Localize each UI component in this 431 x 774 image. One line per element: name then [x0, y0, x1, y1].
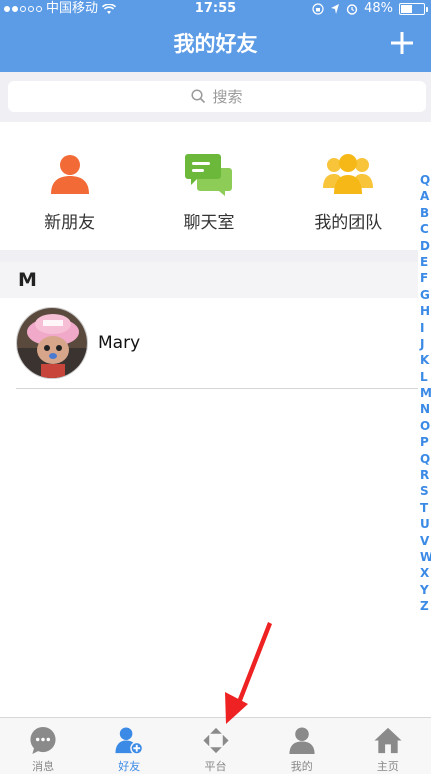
tab-platform[interactable]: 平台	[172, 718, 258, 774]
index-letter[interactable]: R	[420, 467, 431, 483]
alarm-icon	[346, 4, 358, 15]
tab-messages-label: 消息	[32, 760, 55, 773]
tab-friends-label: 好友	[118, 760, 141, 773]
index-letter[interactable]: Y	[420, 582, 431, 598]
index-letter[interactable]: X	[420, 565, 431, 581]
my-team-button[interactable]: 我的团队	[279, 122, 418, 250]
index-letter[interactable]: Q	[420, 172, 431, 188]
index-letter[interactable]: Z	[420, 598, 431, 614]
tab-bar: 消息 好友 平台 我的 主页	[0, 717, 431, 774]
index-letter[interactable]: U	[420, 516, 431, 532]
annotation-arrow-icon	[225, 622, 272, 724]
index-letter[interactable]: G	[420, 287, 431, 303]
index-letter[interactable]: L	[420, 369, 431, 385]
tab-home-label: 主页	[376, 760, 399, 773]
chatroom-button[interactable]: 聊天室	[139, 122, 278, 250]
status-bar: 中国移动 17:55 48%	[0, 0, 431, 18]
index-letter[interactable]: C	[420, 221, 431, 237]
index-letter[interactable]: P	[420, 434, 431, 450]
chat-bubbles-icon	[184, 154, 232, 196]
index-letter[interactable]: B	[420, 205, 431, 221]
page-title: 我的好友	[173, 32, 258, 56]
new-friends-button[interactable]: 新朋友	[0, 122, 139, 250]
profile-icon	[289, 727, 315, 755]
add-friend-button[interactable]	[389, 30, 415, 56]
header: 中国移动 17:55 48% 我的好友	[0, 0, 431, 72]
tab-home[interactable]: 主页	[345, 718, 431, 774]
tab-mine[interactable]: 我的	[259, 718, 345, 774]
search-placeholder: 搜索	[212, 88, 243, 106]
index-letter[interactable]: T	[420, 500, 431, 516]
index-letter[interactable]: S	[420, 483, 431, 499]
index-letter[interactable]: V	[420, 533, 431, 549]
location-icon	[331, 4, 340, 14]
new-friends-label: 新朋友	[44, 213, 96, 233]
index-letter[interactable]: D	[420, 238, 431, 254]
battery-icon	[399, 3, 428, 15]
contact-separator	[16, 388, 418, 389]
my-team-label: 我的团队	[314, 213, 383, 233]
search-icon	[191, 89, 206, 104]
index-letter[interactable]: W	[420, 549, 431, 565]
status-right: 48%	[312, 0, 428, 18]
tab-friends[interactable]: 好友	[86, 718, 172, 774]
avatar	[16, 307, 88, 379]
team-icon	[323, 154, 374, 194]
index-letter[interactable]: J	[420, 336, 431, 352]
chatroom-label: 聊天室	[183, 213, 235, 233]
index-letter[interactable]: M	[420, 385, 431, 401]
friends-icon	[115, 727, 144, 755]
battery-percent: 48%	[364, 1, 393, 16]
search-input[interactable]: 搜索	[8, 81, 426, 112]
contact-row[interactable]: Mary	[0, 298, 418, 388]
index-letter[interactable]: I	[420, 320, 431, 336]
message-icon	[30, 726, 56, 755]
index-letter[interactable]: F	[420, 270, 431, 286]
index-letter[interactable]: Q	[420, 451, 431, 467]
platform-icon	[202, 727, 229, 754]
quick-actions: 新朋友 聊天室 我的团队	[0, 122, 418, 250]
index-letter[interactable]: K	[420, 352, 431, 368]
section-header-letter: M	[0, 262, 418, 298]
home-icon	[374, 727, 402, 754]
rotation-lock-icon	[312, 3, 324, 15]
plus-icon	[391, 32, 413, 54]
index-letter[interactable]: H	[420, 303, 431, 319]
tab-messages[interactable]: 消息	[0, 718, 86, 774]
alphabet-index[interactable]: QABCDEFGHIJKLMNOPQRSTUVWXYZ	[420, 172, 431, 615]
index-letter[interactable]: O	[420, 418, 431, 434]
section-divider	[0, 250, 418, 262]
person-icon	[50, 155, 89, 194]
index-letter[interactable]: A	[420, 188, 431, 204]
index-letter[interactable]: E	[420, 254, 431, 270]
tab-mine-label: 我的	[290, 760, 313, 773]
tab-platform-label: 平台	[204, 760, 227, 773]
search-area: 搜索	[0, 72, 431, 122]
index-letter[interactable]: N	[420, 401, 431, 417]
contact-name: Mary	[98, 333, 141, 353]
app-screen: 中国移动 17:55 48% 我的好友 搜索 新朋友 聊天室 我的团队 M Ma…	[0, 0, 431, 774]
